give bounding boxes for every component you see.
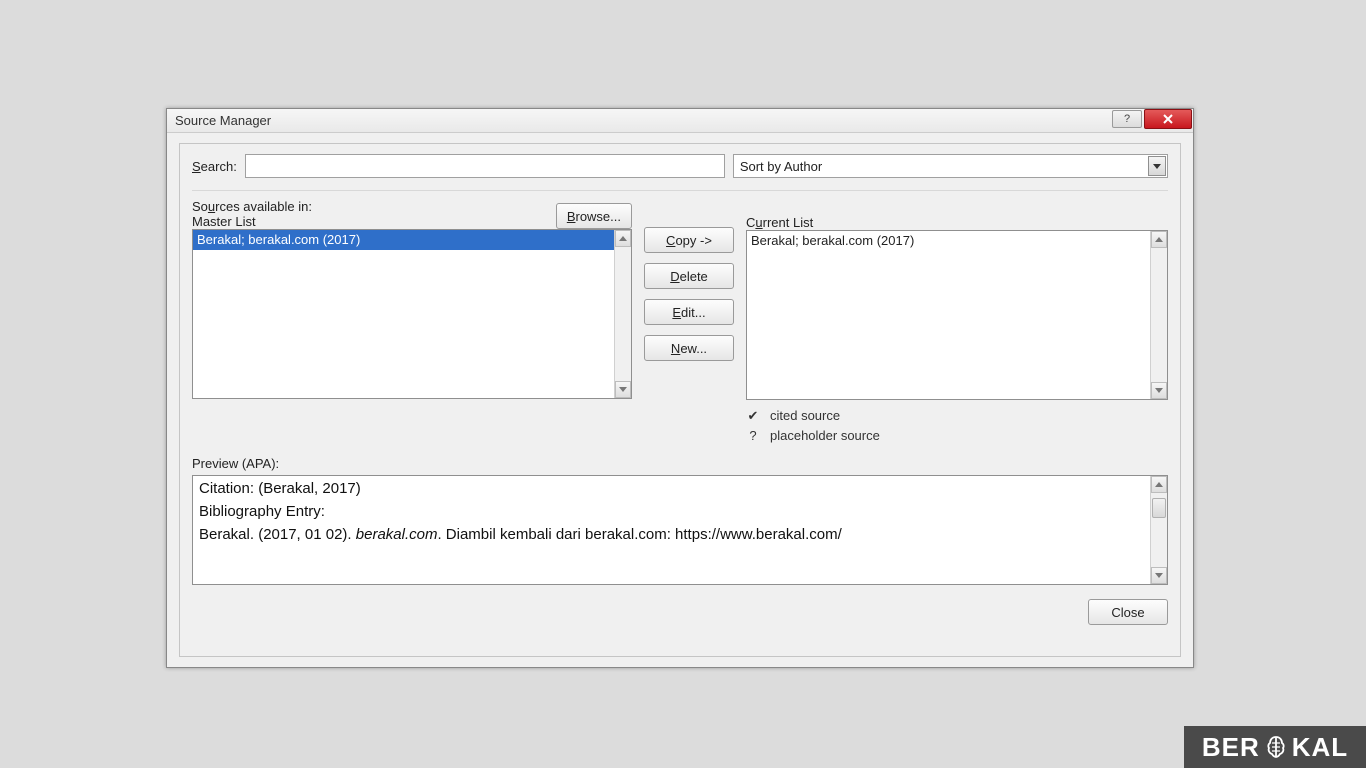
master-listbox[interactable]: Berakal; berakal.com (2017) bbox=[192, 229, 632, 399]
legend-placeholder-text: placeholder source bbox=[770, 426, 880, 446]
master-header-row: Sources available in: Master List Browse… bbox=[192, 199, 632, 229]
copy-button[interactable]: Copy -> bbox=[644, 227, 734, 253]
scroll-up-icon[interactable] bbox=[1151, 476, 1167, 493]
scrollbar[interactable] bbox=[1150, 231, 1167, 399]
check-icon: ✔ bbox=[746, 406, 760, 426]
source-manager-dialog: Source Manager ? Search: Sort by Author bbox=[166, 108, 1194, 668]
chevron-down-icon[interactable] bbox=[1148, 156, 1166, 176]
current-listbox[interactable]: Berakal; berakal.com (2017) bbox=[746, 230, 1168, 400]
list-item[interactable]: Berakal; berakal.com (2017) bbox=[193, 230, 614, 250]
window-close-button[interactable] bbox=[1144, 109, 1192, 129]
separator bbox=[192, 190, 1168, 191]
preview-biblio-entry: Berakal. (2017, 01 02). berakal.com. Dia… bbox=[199, 526, 1141, 543]
brain-icon bbox=[1264, 735, 1288, 759]
search-row: Search: Sort by Author bbox=[192, 154, 1168, 178]
scrollbar[interactable] bbox=[1150, 476, 1167, 584]
dialog-title: Source Manager bbox=[175, 113, 271, 128]
search-input[interactable] bbox=[245, 154, 725, 178]
scroll-down-icon[interactable] bbox=[1151, 567, 1167, 584]
scroll-down-icon[interactable] bbox=[615, 381, 631, 398]
transfer-buttons: Copy -> Delete Edit... New... bbox=[644, 199, 734, 446]
lists-row: Sources available in: Master List Browse… bbox=[192, 199, 1168, 446]
new-button[interactable]: New... bbox=[644, 335, 734, 361]
close-icon bbox=[1163, 114, 1173, 124]
list-item[interactable]: Berakal; berakal.com (2017) bbox=[747, 231, 1150, 251]
preview-biblio-label: Bibliography Entry: bbox=[199, 503, 1141, 520]
dialog-frame: Search: Sort by Author Sources available… bbox=[179, 143, 1181, 657]
dialog-body: Search: Sort by Author Sources available… bbox=[167, 133, 1193, 667]
sort-dropdown[interactable]: Sort by Author bbox=[733, 154, 1168, 178]
current-list-label: Current List bbox=[746, 215, 1168, 230]
edit-button[interactable]: Edit... bbox=[644, 299, 734, 325]
titlebar-buttons: ? bbox=[1112, 109, 1193, 131]
close-button[interactable]: Close bbox=[1088, 599, 1168, 625]
footer-row: Close bbox=[192, 599, 1168, 625]
scroll-thumb[interactable] bbox=[1152, 498, 1166, 518]
scroll-up-icon[interactable] bbox=[1151, 231, 1167, 248]
master-list-label: Master List bbox=[192, 214, 312, 229]
help-button[interactable]: ? bbox=[1112, 110, 1142, 128]
browse-button[interactable]: Browse... bbox=[556, 203, 632, 229]
watermark-logo: BER KAL bbox=[1184, 726, 1366, 768]
search-label: Search: bbox=[192, 159, 237, 174]
preview-box: Citation: (Berakal, 2017) Bibliography E… bbox=[192, 475, 1168, 585]
preview-content: Citation: (Berakal, 2017) Bibliography E… bbox=[199, 480, 1141, 543]
sources-available-block: Sources available in: Master List bbox=[192, 199, 312, 229]
scroll-down-icon[interactable] bbox=[1151, 382, 1167, 399]
preview-citation: Citation: (Berakal, 2017) bbox=[199, 480, 1141, 497]
sort-selected-text: Sort by Author bbox=[740, 159, 822, 174]
scroll-up-icon[interactable] bbox=[615, 230, 631, 247]
legend: ✔ cited source ? placeholder source bbox=[746, 406, 1168, 446]
scrollbar[interactable] bbox=[614, 230, 631, 398]
preview-label: Preview (APA): bbox=[192, 456, 1168, 471]
delete-button[interactable]: Delete bbox=[644, 263, 734, 289]
question-icon: ? bbox=[746, 426, 760, 446]
current-list-column: Current List Berakal; berakal.com (2017)… bbox=[746, 199, 1168, 446]
master-list-column: Sources available in: Master List Browse… bbox=[192, 199, 632, 446]
titlebar[interactable]: Source Manager ? bbox=[167, 109, 1193, 133]
sources-available-label: Sources available in: bbox=[192, 199, 312, 214]
legend-cited-text: cited source bbox=[770, 406, 840, 426]
